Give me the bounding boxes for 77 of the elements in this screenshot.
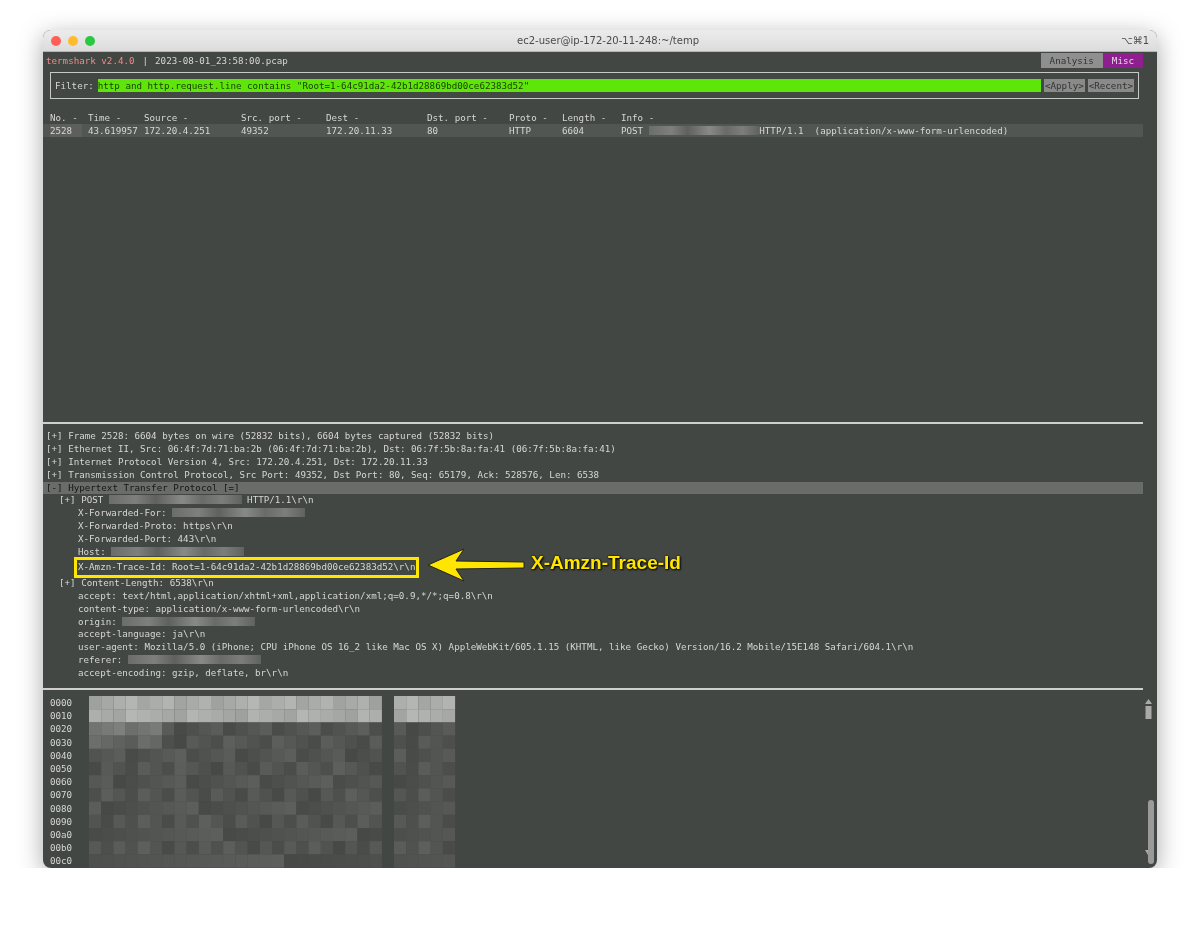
expand-toggle[interactable]: [+] (46, 442, 63, 454)
arrow-icon (427, 548, 525, 582)
tab[interactable]: Misc (1102, 52, 1143, 68)
tree-text: X-Forwarded-Proto: https\r\n (78, 520, 233, 532)
hex-offset: 0010 (50, 709, 74, 723)
tree-text[interactable]: Frame 2528: 6604 bytes on wire (52832 bits), 6604 bytes captured (52832 bits) (68, 430, 495, 441)
zoom-button[interactable] (85, 35, 95, 46)
hex-offset: 0060 (50, 775, 74, 789)
column-header[interactable]: No. - (50, 111, 88, 124)
close-button[interactable] (51, 35, 61, 46)
table-cell-text: HTTP (509, 124, 533, 137)
app-version: termshark v2.4.0 (46, 54, 135, 66)
table-cell-text: 172.20.11.33 (326, 124, 394, 137)
hex-offset: 00a0 (50, 827, 74, 842)
tree-text[interactable]: Ethernet II, Src: 06:4f:7d:71:ba:2b (06:4f:7d:71:ba:2b), Dst: 06:7f:5b:8a:fa:41 (06:7f:5b:8a:fa:41) (68, 442, 616, 454)
packet-row[interactable]: 2528 43.619957 172.20.4.251 49352 172.20.11.33 80 HTTP 6604 POST HTTP/1.1 (application/x-www-form-urlencoded) (43, 124, 1143, 137)
tree-text: referer: (78, 654, 123, 666)
tree-text[interactable]: POST (81, 494, 104, 506)
column-header[interactable]: Src. port - (241, 111, 326, 124)
tree-text[interactable]: Internet Protocol Version 4, Src: 172.20.4.251, Dst: 172.20.11.33 (68, 455, 428, 467)
tree-text: user-agent: Mozilla/5.0 (iPhone; CPU iPhone OS 16_2 like Mac OS X) AppleWebKit/605.1.15 (KHTML, like Gecko) Version/16.2 Mobile/15E148 Safari/604.1\r\n (78, 641, 914, 653)
column-header[interactable]: Source - (144, 111, 241, 124)
tree-text: origin: (78, 615, 117, 627)
minimize-button[interactable] (68, 35, 78, 46)
tab[interactable]: Analysis (1040, 52, 1103, 68)
filter-button[interactable]: <Recent> (1087, 79, 1134, 92)
column-header[interactable]: Dest - (326, 111, 427, 124)
hex-offset: 0050 (50, 761, 74, 776)
tree-text: accept-language: ja\r\n (78, 628, 206, 640)
column-header[interactable]: Dst. port - (427, 111, 509, 124)
expand-toggle[interactable]: [+] (59, 576, 76, 588)
file-name: 2023-08-01_23:58:00.pcap (155, 54, 288, 66)
tree-text: content-type: application/x-www-form-urlencoded\r\n (78, 602, 361, 614)
filter-label: Filter: (55, 80, 94, 91)
table-cell-text: 43.619957 (88, 124, 139, 137)
table-cell-text: 80 (427, 124, 440, 137)
filter-field[interactable]: http and http.request.line contains "Root=1-64c91da2-42b1d28869bd00ce62383d52" (97, 79, 1041, 92)
info-text: POST (621, 125, 644, 136)
hex-offset: 0080 (50, 801, 74, 815)
tree-text: accept: text/html,application/xhtml+xml,application/xml;q=0.9,*/*;q=0.8\r\n (78, 589, 493, 601)
tree-text[interactable]: Content-Length: 6538\r\n (81, 576, 214, 588)
tree-text[interactable]: Hypertext Transfer Protocol [=] (68, 481, 240, 493)
info-text: HTTP/1.1 (application/x-www-form-urlencoded) (759, 125, 1009, 136)
hex-offset: 00c0 (50, 854, 74, 868)
column-header[interactable]: Length - (562, 111, 621, 124)
tree-row[interactable]: [-] Hypertext Transfer Protocol [=] (43, 481, 1143, 495)
hex-offset: 0030 (50, 735, 74, 749)
expand-toggle[interactable]: [+] (59, 494, 76, 506)
tree-text: accept-encoding: gzip, deflate, br\r\n (78, 667, 289, 679)
hex-offset: 0040 (50, 748, 74, 762)
callout-label: X-Amzn-Trace-Id (531, 552, 681, 574)
tree-text: HTTP/1.1\r\n (247, 494, 314, 506)
hex-offset: 0070 (50, 788, 74, 802)
hex-offset: 0020 (50, 722, 74, 736)
table-cell-text: 172.20.4.251 (144, 124, 212, 137)
expand-toggle[interactable]: [+] (46, 455, 63, 467)
column-header[interactable]: Proto - (509, 111, 562, 124)
hex-offset: 00b0 (50, 841, 74, 855)
hex-offset: 0090 (50, 814, 74, 828)
hex-offset: 0000 (50, 696, 74, 710)
column-header[interactable]: Info - (621, 111, 1143, 124)
expand-toggle[interactable]: [+] (46, 468, 63, 480)
expand-toggle[interactable]: [+] (46, 430, 63, 441)
table-cell-text: 6604 (562, 124, 586, 137)
shortcut-label: ⌥⌘1 (1121, 35, 1149, 46)
table-cell-text: 49352 (241, 124, 270, 137)
filter-button[interactable]: <Apply> (1044, 79, 1085, 92)
tree-text: X-Forwarded-For: (78, 507, 167, 519)
window-title: ec2-user@ip-172-20-11-248:~/temp (516, 35, 700, 46)
table-cell: 2528 (50, 124, 82, 137)
tree-text: X-Amzn-Trace-Id: Root=1-64c91da2-42b1d28869bd00ce62383d52\r\n (78, 561, 416, 573)
tree-text: Host: (78, 546, 106, 557)
tree-text[interactable]: Transmission Control Protocol, Src Port: 49352, Dst Port: 80, Seq: 65179, Ack: 528576, Len: 6538 (68, 468, 600, 480)
separator: | (142, 54, 149, 66)
tree-text: X-Forwarded-Port: 443\r\n (78, 533, 217, 545)
scrollbar[interactable] (1148, 800, 1154, 864)
column-header[interactable]: Time - (88, 111, 144, 124)
